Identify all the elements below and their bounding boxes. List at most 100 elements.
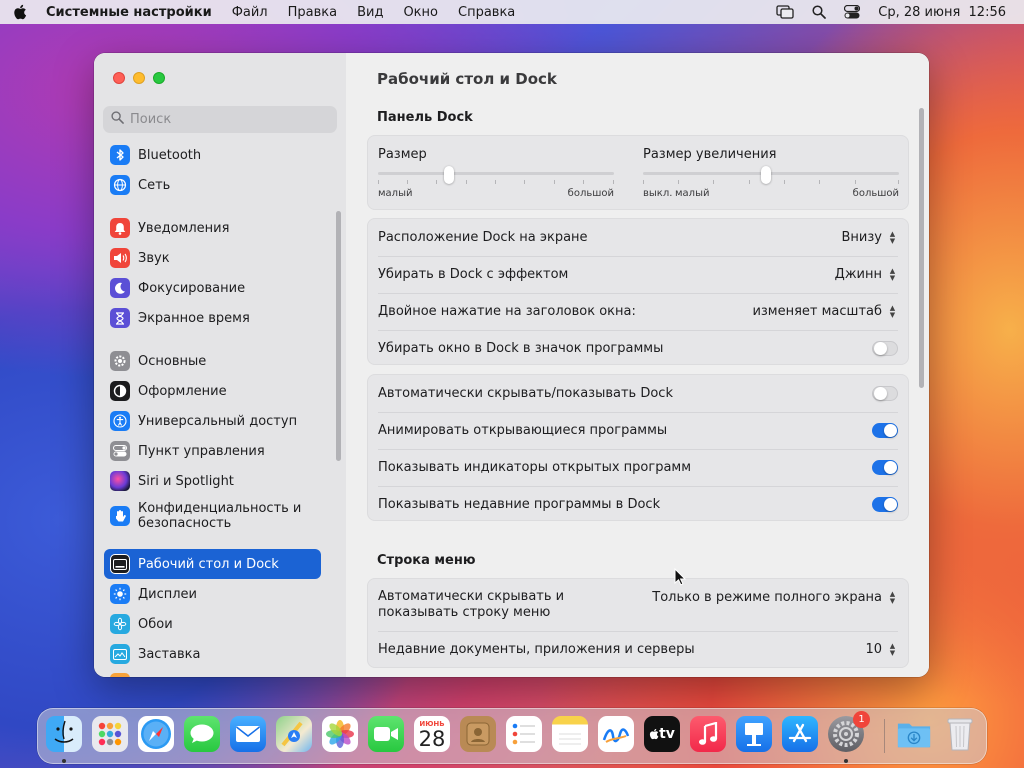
position-value: Внизу (841, 230, 882, 245)
sidebar-item-accessibility[interactable]: Универсальный доступ (104, 407, 321, 435)
screen-mirroring-icon[interactable] (776, 5, 794, 19)
screensaver-icon (110, 644, 130, 664)
magnification-min-label: малый (675, 188, 710, 199)
sidebar-item-desktop-dock[interactable]: Рабочий стол и Dock (104, 549, 321, 579)
minimize-effect-value: Джинн (834, 267, 882, 282)
sidebar: Поиск Bluetooth Сеть Уведомления Звук Фо… (94, 53, 346, 677)
indicators-label: Показывать индикаторы открытых программ (378, 460, 692, 475)
sidebar-item-label: Уведомления (138, 220, 230, 236)
content-pane: Рабочий стол и Dock Панель Dock Размер м… (346, 53, 929, 677)
sidebar-item-screen-time[interactable]: Экранное время (104, 304, 321, 332)
animate-toggle[interactable] (872, 423, 898, 438)
recent-apps-toggle[interactable] (872, 496, 898, 512)
recent-docs-popup[interactable]: 10 ▲ ▼ (865, 641, 898, 658)
launchpad-icon[interactable] (92, 716, 128, 752)
facetime-icon[interactable] (368, 716, 404, 752)
minimize-to-icon-label: Убирать окно в Dock в значок программы (378, 340, 664, 356)
sidebar-item-screensaver[interactable]: Заставка (104, 640, 321, 668)
music-icon[interactable] (690, 716, 726, 752)
sidebar-item-notifications[interactable]: Уведомления (104, 214, 321, 242)
notes-icon[interactable] (552, 716, 588, 752)
apple-tv-icon[interactable]: tv (644, 716, 680, 752)
control-center-icon[interactable] (844, 5, 861, 19)
sidebar-item-label: Bluetooth (138, 147, 202, 163)
sidebar-item-general[interactable]: Основные (104, 347, 321, 375)
keynote-icon[interactable] (736, 716, 772, 752)
sidebar-item-focus[interactable]: Фокусирование (104, 274, 321, 302)
freeform-icon[interactable] (598, 716, 634, 752)
zoom-button[interactable] (153, 72, 165, 84)
sidebar-item-appearance[interactable]: Оформление (104, 377, 321, 405)
sidebar-item-label: Универсальный доступ (138, 413, 298, 429)
double-click-popup[interactable]: изменяет масштаб ▲ ▼ (752, 303, 898, 320)
size-slider[interactable]: малый большой (378, 166, 614, 206)
chevron-up-down-icon: ▲ ▼ (889, 641, 896, 657)
spotlight-search-icon[interactable] (812, 5, 827, 19)
magnification-slider-thumb[interactable] (761, 166, 771, 184)
magnification-slider[interactable]: выкл. малый большой (643, 166, 899, 206)
messages-icon[interactable] (184, 716, 220, 752)
tv-label: tv (659, 726, 675, 742)
sidebar-item-label: Дисплеи (138, 586, 198, 602)
size-slider-thumb[interactable] (444, 166, 454, 184)
content-scrollbar[interactable] (919, 108, 924, 388)
sidebar-item-siri[interactable]: Siri и Spotlight (104, 467, 321, 495)
chevron-up-down-icon: ▲ ▼ (889, 229, 896, 245)
dock-divider (884, 719, 885, 753)
apple-menu-icon[interactable] (12, 4, 28, 20)
maps-icon[interactable] (276, 716, 312, 752)
magnification-label: Размер увеличения (643, 147, 777, 162)
photos-icon[interactable] (322, 716, 358, 752)
section-heading-dock: Панель Dock (377, 110, 473, 125)
downloads-folder-icon[interactable] (896, 716, 932, 752)
sidebar-item-bluetooth[interactable]: Bluetooth (104, 141, 321, 169)
menu-window[interactable]: Окно (403, 5, 438, 20)
menu-edit[interactable]: Правка (288, 5, 337, 20)
sidebar-item-label: Звук (138, 250, 170, 266)
calendar-icon[interactable]: ИЮНЬ 28 (414, 716, 450, 752)
menu-clock[interactable]: Ср, 28 июня 12:56 (878, 5, 1006, 20)
sidebar-item-label: Siri и Spotlight (138, 473, 234, 489)
trash-icon[interactable] (942, 716, 978, 752)
menubar-card: Автоматически скрывать и показывать стро… (367, 578, 909, 668)
sidebar-item-label: Пункт управления (138, 443, 265, 459)
mail-icon[interactable] (230, 716, 266, 752)
recent-docs-value: 10 (865, 642, 882, 657)
menu-help[interactable]: Справка (458, 5, 515, 20)
animate-row: Анимировать открывающиеся программы (368, 412, 908, 449)
indicators-toggle[interactable] (872, 460, 898, 475)
menu-app-name[interactable]: Системные настройки (46, 5, 212, 20)
sidebar-item-sound[interactable]: Звук (104, 244, 321, 272)
sidebar-item-control-center[interactable]: Пункт управления (104, 437, 321, 465)
reminders-icon[interactable] (506, 716, 542, 752)
sidebar-item-label: Фокусирование (138, 280, 246, 296)
menu-view[interactable]: Вид (357, 5, 383, 20)
recent-docs-row: Недавние документы, приложения и серверы… (368, 631, 908, 668)
calendar-day: 28 (418, 727, 446, 751)
double-click-row: Двойное нажатие на заголовок окна: измен… (368, 293, 908, 330)
sidebar-item-displays[interactable]: Дисплеи (104, 580, 321, 608)
finder-icon[interactable] (46, 716, 82, 752)
minimize-button[interactable] (133, 72, 145, 84)
app-store-icon[interactable] (782, 716, 818, 752)
minimize-effect-row: Убирать в Dock с эффектом Джинн ▲ ▼ (368, 256, 908, 293)
sidebar-scrollbar[interactable] (336, 211, 341, 461)
contacts-icon[interactable] (460, 716, 496, 752)
safari-icon[interactable] (138, 716, 174, 752)
animate-label: Анимировать открывающиеся программы (378, 423, 668, 438)
indicators-row: Показывать индикаторы открытых программ (368, 449, 908, 486)
menu-file[interactable]: Файл (232, 5, 268, 20)
chevron-up-down-icon: ▲ ▼ (889, 266, 896, 282)
minimize-effect-popup[interactable]: Джинн ▲ ▼ (835, 266, 898, 283)
position-popup[interactable]: Внизу ▲ ▼ (842, 229, 898, 246)
menubar-autohide-popup[interactable]: Только в режиме полного экрана ▲ ▼ (652, 589, 898, 606)
search-field[interactable]: Поиск (103, 106, 337, 133)
autohide-toggle[interactable] (872, 386, 898, 401)
minimize-to-icon-toggle[interactable] (872, 340, 898, 356)
autohide-label: Автоматически скрывать/показывать Dock (378, 386, 673, 401)
sidebar-item-privacy[interactable]: Конфиденциальность и безопасность (104, 497, 321, 535)
close-button[interactable] (113, 72, 125, 84)
size-min-label: малый (378, 188, 413, 199)
sidebar-item-wallpaper[interactable]: Обои (104, 610, 321, 638)
sidebar-item-network[interactable]: Сеть (104, 171, 321, 199)
